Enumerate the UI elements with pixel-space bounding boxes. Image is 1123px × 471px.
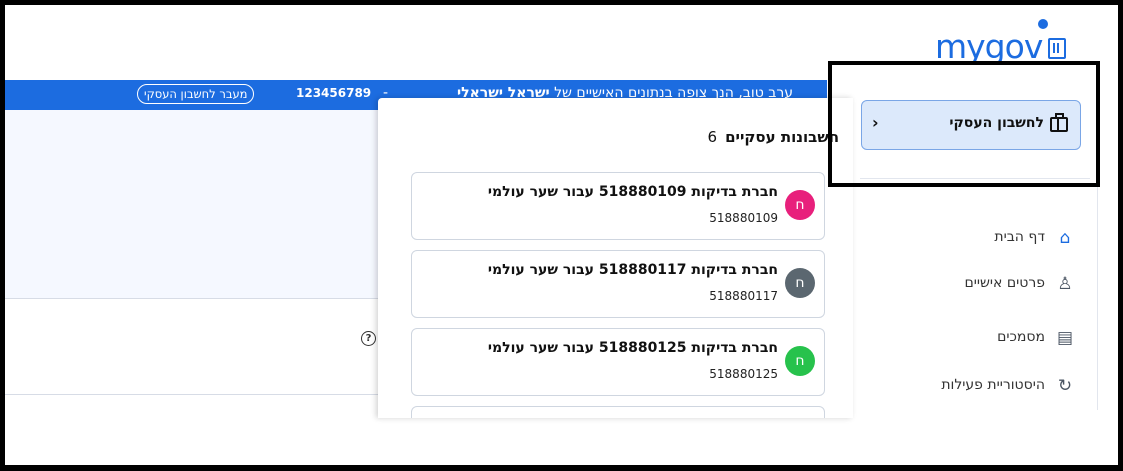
account-number: 518880109 [709,211,778,225]
home-icon: ⌂ [1059,228,1071,248]
sidebar-item-personal-details[interactable]: ♙ פרטים אישיים [865,271,1085,299]
sidebar-item-label: פרטים אישיים [964,275,1045,291]
sidebar-item-activity-history[interactable]: ↻ היסטוריית פעילות [865,373,1085,401]
divider [5,298,380,299]
main-content-band [5,110,380,298]
sidebar-item-documents[interactable]: ▤ מסמכים [865,325,1085,353]
account-number: 518880117 [709,289,778,303]
id-number: 123456789 [296,86,372,100]
account-card[interactable]: ח חברת בדיקות 518880117 עבור שער עולמי 5… [411,250,825,318]
account-name: חברת בדיקות 518880125 עבור שער עולמי [487,340,778,356]
sidebar-item-label: מסמכים [997,329,1045,345]
avatar: ח [785,346,815,376]
sidebar-item-label: דף הבית [994,229,1045,245]
account-card[interactable] [411,406,825,418]
person-icon: ♙ [1057,274,1073,294]
mygov-logo[interactable]: mygov [935,19,1067,66]
account-card[interactable]: ח חברת בדיקות 518880125 עבור שער עולמי 5… [411,328,825,396]
logo-text: mygov [935,27,1043,66]
sidebar-item-home[interactable]: ⌂ דף הבית [865,225,1085,253]
annotation-highlight-box [828,61,1100,187]
dropdown-title-text: חשבונות עסקיים [725,128,839,146]
switch-to-business-button[interactable]: מעבר לחשבון העסקי [137,84,255,104]
app-window: mygov ערב טוב, הנך צופה בנתונים האישיים … [5,5,1118,465]
dropdown-title: חשבונות עסקיים 6 [708,128,839,146]
business-accounts-dropdown: חשבונות עסקיים 6 ח חברת בדיקות 518880109 … [378,98,853,418]
refresh-icon: ↻ [1057,376,1073,396]
avatar: ח [785,268,815,298]
account-number: 518880125 [709,367,778,381]
accounts-count: 6 [707,128,718,146]
state-emblem-icon [1048,38,1067,59]
document-icon: ▤ [1056,328,1074,348]
avatar: ח [785,190,815,220]
divider [5,394,380,395]
account-card[interactable]: ח חברת בדיקות 518880109 עבור שער עולמי 5… [411,172,825,240]
sidebar-item-label: היסטוריית פעילות [941,377,1045,393]
logo-dot [1038,19,1048,29]
account-name: חברת בדיקות 518880117 עבור שער עולמי [487,262,778,278]
help-icon[interactable]: ? [361,331,376,346]
account-name: חברת בדיקות 518880109 עבור שער עולמי [487,184,778,200]
